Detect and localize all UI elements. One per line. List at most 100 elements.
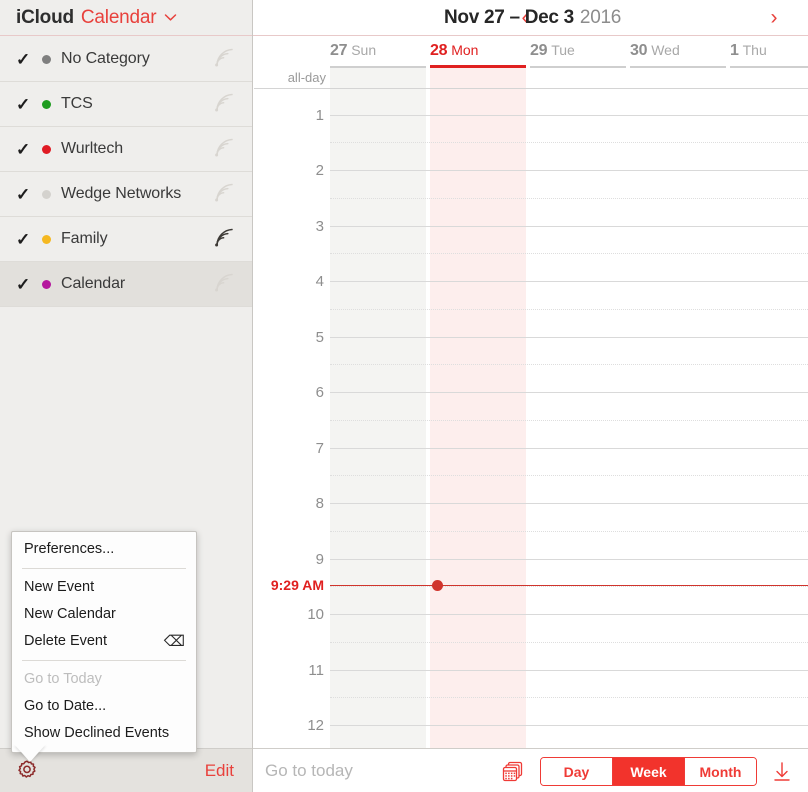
day-number-label: 30 (630, 42, 648, 59)
time-grid[interactable]: 1 2 3 4 5 6 7 8 9 10 11 12 9:29 AM (254, 89, 808, 748)
hour-gridline (330, 170, 808, 171)
settings-context-menu: Preferences... New Event New Calendar Delet… (11, 531, 197, 753)
all-day-cell[interactable] (630, 68, 726, 88)
half-hour-gridline (330, 586, 808, 588)
hour-gridline (330, 336, 808, 338)
view-segment-day[interactable]: Day (541, 758, 613, 785)
shared-calendar-icon[interactable] (212, 182, 238, 206)
menu-item[interactable]: Show Declined Events (12, 720, 196, 747)
hour-label: 9 (315, 550, 324, 568)
shared-calendar-icon[interactable] (212, 47, 238, 71)
hour-gridline (330, 225, 808, 227)
date-range-label: Nov 27 – Dec 3 (443, 6, 574, 28)
day-header[interactable]: 30 Wed (630, 36, 726, 68)
shared-calendar-icon[interactable] (212, 272, 238, 296)
hour-label: 7 (315, 439, 324, 457)
day-name-label: Thu (742, 42, 767, 58)
menu-item[interactable]: Delete Event ⌫ (12, 628, 196, 655)
day-header[interactable]: 27 Sun (330, 36, 426, 68)
calendar-color-dot (42, 54, 51, 64)
account-calendar-label: Calendar (80, 6, 157, 28)
shared-calendar-icon[interactable] (212, 227, 238, 251)
calendar-row[interactable]: ✓ Wurltech (0, 127, 252, 172)
edit-button[interactable]: Edit (205, 761, 234, 781)
current-time-line (330, 585, 808, 587)
calendar-name-label: TCS (61, 95, 93, 112)
calendar-row[interactable]: ✓ TCS (0, 82, 252, 127)
calendar-checkmark-icon[interactable]: ✓ (16, 141, 38, 158)
hour-gridline (330, 503, 808, 504)
day-column[interactable] (730, 89, 808, 748)
hour-label: 4 (315, 273, 324, 290)
shared-calendar-icon[interactable] (212, 137, 238, 161)
all-day-cell[interactable] (330, 68, 426, 88)
day-column[interactable] (530, 89, 626, 748)
day-column[interactable] (330, 89, 426, 748)
account-provider-label: iCloud (16, 6, 74, 28)
half-hour-gridline (330, 475, 808, 477)
view-switcher: Day Week Month (540, 757, 757, 786)
half-hour-gridline (330, 308, 808, 310)
day-name-label: Mon (451, 42, 479, 58)
hour-label: 10 (307, 606, 324, 623)
calendar-color-dot (42, 189, 51, 199)
calendar-checkmark-icon[interactable]: ✓ (16, 51, 38, 68)
hour-gridline (330, 725, 808, 726)
backspace-icon: ⌫ (163, 633, 185, 650)
calendar-row[interactable]: ✓ No Category (0, 37, 252, 82)
all-day-cell[interactable] (530, 68, 626, 88)
all-day-cell[interactable] (430, 68, 526, 88)
menu-item[interactable]: New Calendar (12, 601, 196, 628)
view-segment-week[interactable]: Week (613, 758, 685, 785)
calendar-checkmark-icon[interactable]: ✓ (16, 276, 38, 293)
half-hour-gridline (330, 253, 808, 255)
hour-label: 2 (315, 162, 324, 179)
calendar-row[interactable]: ✓ Wedge Networks (0, 172, 252, 217)
account-header[interactable]: iCloud Calendar (0, 0, 252, 36)
menu-item[interactable]: Go to Date... (12, 693, 196, 720)
day-number-label: 27 (330, 42, 348, 59)
bottom-toolbar: Go to today Day Week Month (253, 748, 808, 792)
view-segment-month[interactable]: Month (685, 758, 756, 785)
calendar-checkmark-icon[interactable]: ✓ (16, 186, 38, 203)
chevron-down-icon[interactable] (164, 9, 177, 27)
half-hour-gridline (330, 142, 808, 144)
menu-separator (22, 660, 186, 661)
all-day-label: all-day (287, 70, 326, 85)
day-header[interactable]: 1 Thu (730, 36, 808, 68)
all-day-row[interactable] (254, 68, 808, 89)
menu-item[interactable]: New Event (12, 574, 196, 601)
goto-today-input[interactable]: Go to today (265, 761, 353, 781)
menu-item[interactable]: Preferences... (12, 536, 196, 563)
day-number-label: 1 (730, 42, 739, 59)
calendar-row[interactable]: ✓ Family (0, 217, 252, 262)
half-hour-gridline (330, 697, 808, 699)
calendar-name-label: No Category (61, 50, 150, 67)
next-week-button[interactable]: › (762, 6, 786, 30)
day-header[interactable]: 28 Mon (430, 36, 526, 68)
day-header[interactable]: 29 Tue (530, 36, 626, 68)
multi-calendar-icon[interactable] (502, 760, 526, 784)
all-day-cell[interactable] (730, 68, 808, 88)
menu-item: Go to Today (24, 671, 102, 687)
half-hour-gridline (330, 419, 808, 421)
half-hour-gridline (330, 641, 808, 643)
calendar-checkmark-icon[interactable]: ✓ (16, 231, 38, 248)
calendar-color-dot (42, 234, 51, 244)
hour-label: 8 (315, 495, 324, 512)
day-column[interactable] (430, 89, 526, 748)
download-icon[interactable] (770, 760, 794, 784)
menu-separator (22, 568, 186, 569)
calendar-row[interactable]: ✓ Calendar (0, 262, 252, 307)
half-hour-gridline (330, 530, 808, 532)
hour-gridline (330, 392, 808, 393)
day-column[interactable] (630, 89, 726, 748)
shared-calendar-icon[interactable] (212, 92, 238, 116)
main-header: ‹ Nov 27 – Dec 3 2016 › (253, 0, 808, 36)
half-hour-gridline (330, 364, 808, 366)
calendar-name-label: Calendar (61, 275, 126, 292)
hour-gridline (330, 281, 808, 282)
hour-gridline (330, 614, 808, 615)
day-number-label: 28 (430, 42, 448, 59)
calendar-checkmark-icon[interactable]: ✓ (16, 96, 38, 113)
